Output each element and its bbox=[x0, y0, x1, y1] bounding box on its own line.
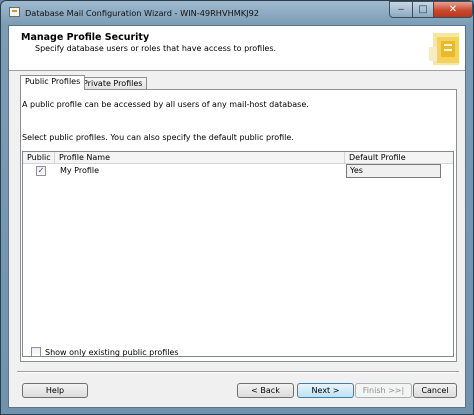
panel-description: A public profile can be accessed by all … bbox=[22, 100, 309, 109]
column-header-public[interactable]: Public bbox=[23, 152, 55, 163]
show-existing-checkbox[interactable] bbox=[31, 347, 41, 357]
minimize-button[interactable]: ‒ bbox=[389, 1, 413, 18]
title-bar[interactable]: Database Mail Configuration Wizard - WIN… bbox=[1, 1, 473, 25]
wizard-client-area: Manage Profile Security Specify database… bbox=[8, 25, 466, 408]
column-header-profile-name[interactable]: Profile Name bbox=[55, 152, 345, 163]
profile-name-cell: My Profile bbox=[60, 166, 100, 175]
page-title: Manage Profile Security bbox=[21, 32, 150, 43]
tab-private-profiles[interactable]: Private Profiles bbox=[78, 77, 148, 89]
tab-public-profiles[interactable]: Public Profiles bbox=[20, 75, 86, 90]
page-subtitle: Specify database users or roles that hav… bbox=[35, 44, 277, 53]
back-button[interactable]: < Back bbox=[237, 383, 294, 398]
app-icon bbox=[9, 7, 20, 17]
help-button[interactable]: Help bbox=[22, 383, 88, 398]
public-checkbox[interactable]: ✓ bbox=[36, 166, 46, 176]
table-row[interactable]: ✓ My Profile Yes bbox=[23, 164, 453, 178]
minimize-icon: ‒ bbox=[397, 4, 405, 15]
maximize-button[interactable]: □ bbox=[412, 1, 434, 18]
column-header-default-profile[interactable]: Default Profile bbox=[345, 152, 453, 163]
checkmark-icon: ✓ bbox=[37, 166, 45, 175]
default-profile-dropdown[interactable]: Yes bbox=[346, 164, 441, 178]
cancel-button[interactable]: Cancel bbox=[413, 383, 457, 398]
divider bbox=[17, 371, 459, 373]
wizard-window: Database Mail Configuration Wizard - WIN… bbox=[0, 0, 474, 415]
grid-header: Public Profile Name Default Profile bbox=[23, 152, 453, 164]
profiles-grid[interactable]: Public Profile Name Default Profile ✓ My… bbox=[22, 151, 454, 357]
next-button[interactable]: Next > bbox=[297, 383, 354, 398]
database-mail-logo-icon bbox=[419, 27, 463, 69]
show-existing-label: Show only existing public profiles bbox=[45, 348, 179, 357]
finish-button[interactable]: Finish >>| bbox=[355, 383, 412, 398]
maximize-icon: □ bbox=[418, 4, 428, 15]
panel-instruction: Select public profiles. You can also spe… bbox=[22, 133, 294, 142]
close-icon: ✕ bbox=[448, 4, 458, 15]
close-button[interactable]: ✕ bbox=[433, 1, 473, 18]
window-title: Database Mail Configuration Wizard - WIN… bbox=[25, 8, 259, 18]
wizard-header: Manage Profile Security Specify database… bbox=[9, 26, 465, 71]
